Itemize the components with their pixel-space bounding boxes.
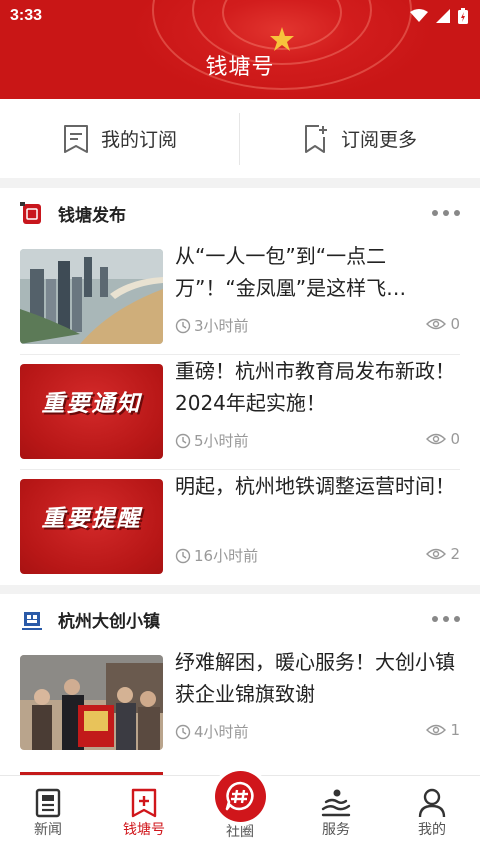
wifi-icon [410,9,428,22]
nav-label: 社圈 [226,824,254,840]
publish-time: 4小时前 [194,723,249,741]
nav-qiantang[interactable]: 钱塘号 [96,776,192,853]
community-center-button[interactable] [215,771,266,822]
thumbnail-caption: 重要通知 [41,391,142,417]
section-title: 杭州大创小镇 [58,612,160,632]
section-header[interactable]: 钱塘发布 [0,188,480,240]
news-thumbnail [20,655,163,750]
news-meta: 3小时前 0 [175,315,460,337]
news-thumbnail: 重要通知 [20,364,163,459]
news-meta: 4小时前 1 [175,721,460,743]
clock-icon [175,318,191,333]
my-subscriptions-label: 我的订阅 [100,129,177,151]
nav-label: 服务 [322,822,350,838]
news-thumbnail [20,249,163,344]
eye-icon [426,724,447,736]
battery-icon [458,8,468,24]
news-item[interactable]: 纾难解困，暖心服务！大创小镇获企业锦旗致谢 4小时前 1 [20,646,460,761]
more-options-icon[interactable] [432,210,460,216]
view-count: 0 [450,430,460,448]
divider [239,113,240,165]
publish-time: 16小时前 [194,547,259,565]
clock-icon [175,433,191,448]
publish-time: 3小时前 [194,317,249,335]
nav-label: 新闻 [34,822,62,838]
dachuang-logo-icon [22,612,42,630]
nav-services[interactable]: 服务 [288,776,384,853]
person-icon [418,788,446,818]
news-meta: 16小时前 2 [175,545,460,567]
channel-section-qiantang: 钱塘发布 从“一人一包”到“一点二万”！“金凤凰”是这样飞… 3小时前 0 重要… [0,188,480,585]
nav-label: 钱塘号 [123,822,165,838]
subscribe-more-label: 订阅更多 [340,129,417,151]
clock-icon [175,724,191,739]
thumbnail-caption: 重要提醒 [41,506,142,532]
document-list-icon [63,124,88,153]
news-title: 重磅！杭州市教育局发布新政！2024年起实施！ [175,359,455,415]
view-count: 2 [450,545,460,563]
subscription-bar: 我的订阅 订阅更多 [0,99,480,178]
news-title: 纾难解困，暖心服务！大创小镇获企业锦旗致谢 [175,650,455,706]
bookmark-add-icon [304,124,327,153]
nav-me[interactable]: 我的 [384,776,480,853]
eye-icon [426,548,447,560]
news-item[interactable]: 从“一人一包”到“一点二万”！“金凤凰”是这样飞… 3小时前 0 [20,240,460,355]
bookmark-plus-icon [131,788,157,818]
channel-section-dachuang: 杭州大创小镇 纾难解困，暖心服务！大创小镇获企业锦旗致谢 4小时前 1 [0,594,480,784]
qiantang-logo-icon [20,202,41,224]
hashtag-bubble-icon [225,781,254,811]
news-meta: 5小时前 0 [175,430,460,452]
news-item[interactable]: 重要提醒 明起，杭州地铁调整运营时间！ 16小时前 2 [20,470,460,585]
clock-icon [175,548,191,563]
section-title: 钱塘发布 [58,206,126,226]
newspaper-icon [35,788,61,818]
header-banner: 3:33 钱塘号 [0,0,480,99]
section-header[interactable]: 杭州大创小镇 [0,594,480,646]
status-bar: 3:33 [10,6,468,28]
view-count: 0 [450,315,460,333]
page-title: 钱塘号 [205,55,275,80]
nav-news[interactable]: 新闻 [0,776,96,853]
more-options-icon[interactable] [432,616,460,622]
news-title: 明起，杭州地铁调整运营时间！ [175,474,455,498]
news-thumbnail: 重要提醒 [20,479,163,574]
signal-icon [436,9,450,23]
view-count: 1 [450,721,460,739]
my-subscriptions-button[interactable]: 我的订阅 [0,99,240,178]
nav-label: 我的 [418,822,446,838]
subscribe-more-button[interactable]: 订阅更多 [240,99,480,178]
news-item[interactable]: 重要通知 重磅！杭州市教育局发布新政！2024年起实施！ 5小时前 0 [20,355,460,470]
status-time: 3:33 [10,7,43,24]
hand-service-icon [321,789,351,817]
eye-icon [426,433,447,445]
news-title: 从“一人一包”到“一点二万”！“金凤凰”是这样飞… [175,244,407,300]
publish-time: 5小时前 [194,432,249,450]
eye-icon [426,318,447,330]
